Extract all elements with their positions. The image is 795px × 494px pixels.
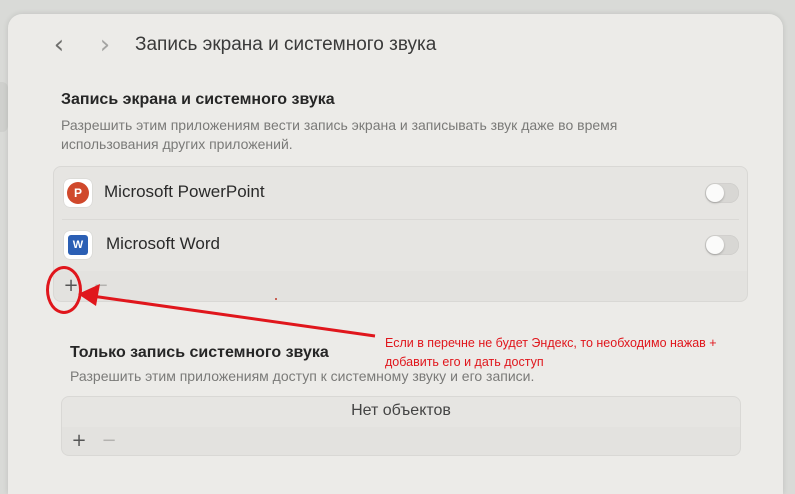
word-icon-letter: W: [68, 235, 88, 255]
screen-audio-section-title: Запись экрана и системного звука: [61, 91, 335, 108]
back-icon[interactable]: ‹: [46, 32, 72, 58]
toggle-knob: [706, 236, 724, 254]
audio-only-app-list: Нет объектов: [61, 396, 741, 428]
word-icon: W: [64, 231, 92, 259]
app-row-word: W Microsoft Word: [54, 219, 747, 271]
powerpoint-icon-letter: P: [67, 182, 89, 204]
empty-list-text: Нет объектов: [351, 402, 451, 419]
audio-only-add-remove-bar: + −: [61, 427, 741, 456]
annotation-dot: [275, 298, 277, 300]
sidebar-edge: [0, 82, 8, 132]
window-title: Запись экрана и системного звука: [135, 34, 437, 55]
powerpoint-icon: P: [64, 179, 92, 207]
remove-audio-app-button[interactable]: −: [98, 429, 120, 453]
annotation-text: Если в перечне не будет Эндекс, то необх…: [385, 336, 717, 369]
screen-audio-app-list: P Microsoft PowerPoint W Microsoft Word: [53, 166, 748, 272]
remove-app-button[interactable]: −: [90, 274, 112, 298]
toggle-powerpoint[interactable]: [705, 183, 739, 203]
settings-window: ‹ › Запись экрана и системного звука Зап…: [8, 14, 783, 494]
screen-audio-section-description: Разрешить этим приложениям вести запись …: [61, 117, 618, 152]
screen-audio-add-remove-bar: + −: [53, 271, 748, 302]
app-name-word: Microsoft Word: [106, 234, 220, 253]
toolbar: ‹ › Запись экрана и системного звука: [8, 14, 783, 74]
audio-only-section-title: Только запись системного звука: [70, 344, 329, 361]
toggle-word[interactable]: [705, 235, 739, 255]
add-audio-app-button[interactable]: +: [68, 429, 90, 453]
app-row-powerpoint: P Microsoft PowerPoint: [54, 167, 747, 219]
app-name-powerpoint: Microsoft PowerPoint: [104, 182, 265, 201]
toggle-knob: [706, 184, 724, 202]
annotation-circle: [46, 266, 82, 314]
forward-icon[interactable]: ›: [92, 32, 118, 58]
